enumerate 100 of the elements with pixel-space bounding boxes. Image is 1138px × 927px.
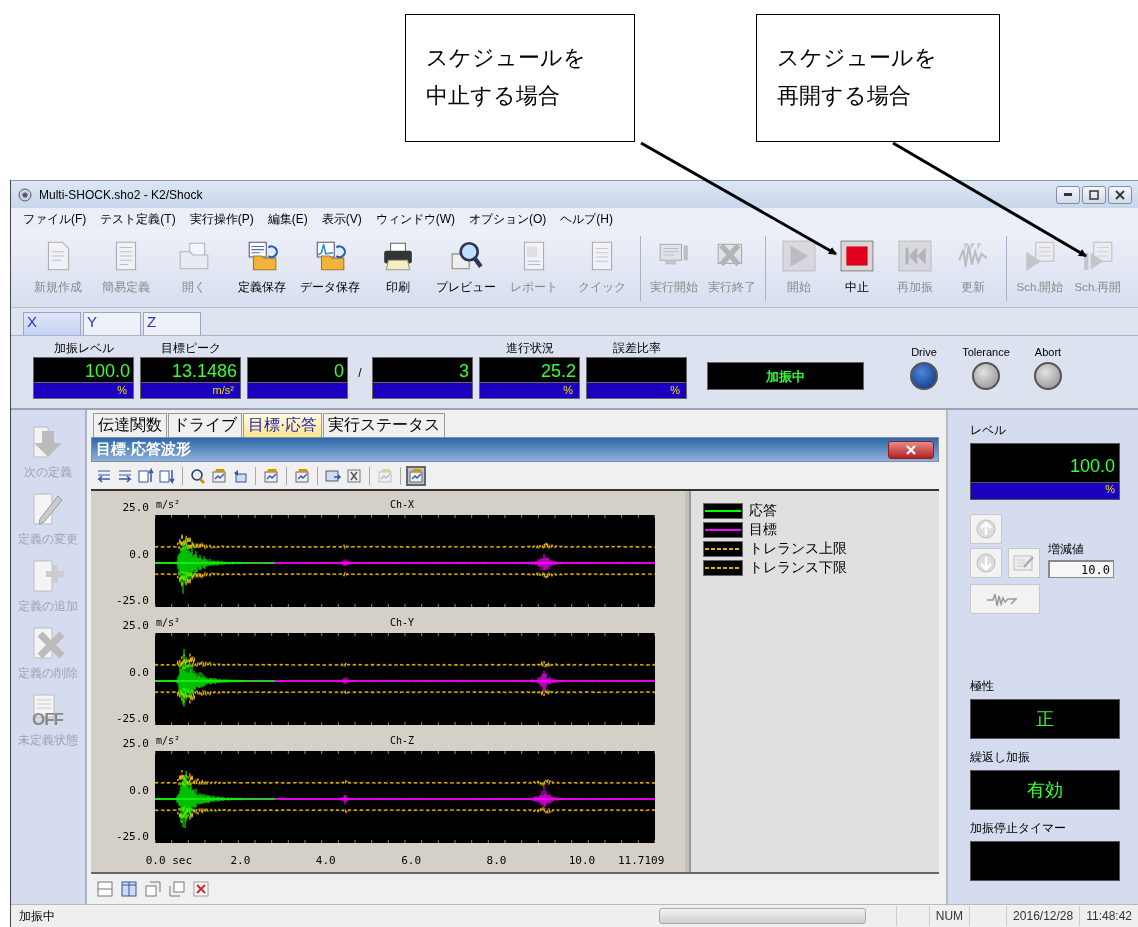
legend-label: 応答 [749,501,777,520]
display-label: 加振停止タイマー [970,820,1066,837]
chart-icon[interactable] [294,467,310,484]
menu-item[interactable]: 実行操作(P) [189,210,254,228]
maximize-icon [1089,189,1099,200]
meter-unit-bar: % [33,383,134,399]
maximize-button[interactable] [1082,185,1106,204]
axis-tick-label: 6.0 [401,854,422,867]
menu-item[interactable]: ヘルプ(H) [560,210,613,228]
meter-label: 誤差比率 [612,341,661,355]
axis-tick-label: 8.0 [486,854,507,867]
axis-tick-label: 25.0 [122,501,149,514]
channel-tab[interactable]: Z [143,312,201,335]
pause-icon [1081,239,1115,273]
lamp-label: Drive [911,346,937,358]
play-icon [782,239,816,273]
minimize-icon [1064,193,1072,196]
channel-tab[interactable]: X [23,312,81,335]
legend-label: 目標 [749,520,777,539]
meter-label: 進行状況 [505,341,554,355]
view-tab[interactable]: ドライブ [168,413,242,437]
panel-title: 目標·応答波形 [96,440,191,459]
toolbar-button[interactable]: 印刷 [364,234,432,303]
chart-icon[interactable] [211,467,227,484]
meter-display: 25.2 [479,357,580,383]
axis-tick-label: -25.0 [115,594,149,607]
callout-text: 中止する場合 [426,82,560,110]
menu-item[interactable]: 編集(E) [267,210,308,228]
toolbar-button[interactable]: データ保存 [296,234,364,303]
close-icon[interactable] [193,881,209,897]
play-icon [1023,239,1057,273]
x-mark-icon[interactable] [346,467,362,484]
lamp-label: Tolerance [962,346,1010,358]
arrow-left-icon[interactable] [96,467,112,484]
legend-label: トレランス下限 [749,558,847,577]
menu-item[interactable]: ウィンドウ(W) [375,210,455,228]
status-display: 有効 [970,770,1120,810]
rewind-icon [898,239,932,273]
meter-unit-bar: % [479,383,580,399]
menu-item[interactable]: オプション(O) [469,210,547,228]
view-tab[interactable]: 実行ステータス [323,413,446,437]
chart-icon[interactable] [408,467,424,484]
meter-display: 13.1486 [140,357,241,383]
close-button[interactable] [1108,185,1132,204]
undo-icon[interactable] [232,467,248,484]
menu-item[interactable]: テスト定義(T) [100,210,176,228]
chart-icon[interactable] [263,467,279,484]
status-time: 11:48:42 [1079,906,1138,926]
chart-title: Ch-Y [390,617,415,628]
minimize-button[interactable] [1056,185,1080,204]
status-display: 正 [970,699,1120,739]
edit-icon [1012,553,1036,573]
display-label: 極性 [970,678,994,695]
magnifier-icon[interactable] [190,467,206,484]
stop-icon [840,239,874,273]
close-icon [1115,189,1125,200]
view-tab[interactable]: 伝達関数 [93,413,167,437]
arrow-up-icon[interactable] [138,467,154,484]
split-vertical-icon[interactable] [121,881,137,897]
arrow-down-icon[interactable] [159,467,175,484]
lamp-label: Abort [1034,346,1062,358]
level-label: レベル [970,422,1006,439]
separator-text: / [358,366,362,380]
axis-tick-label: 2.0 [230,854,251,867]
channel-tab[interactable]: Y [83,312,141,335]
chart-title: Ch-X [390,499,415,510]
axis-tick-label: 4.0 [315,854,336,867]
meter-label: 加振レベル [53,341,114,355]
view-tab[interactable]: 目標·応答 [243,413,323,437]
axis-tick-label: 25.0 [122,737,149,750]
image-icon[interactable] [325,467,341,484]
axis-unit: m/s² [156,499,181,510]
toolbar-button[interactable]: 定義保存 [228,234,296,303]
step-input[interactable]: 10.0 [1048,560,1114,578]
split-horizontal-icon[interactable] [97,881,113,897]
axis-tick-label: 0.0 [129,783,149,797]
run-status-display: 加振中 [707,362,864,390]
callout-text: スケジュールを [426,44,586,72]
close-button[interactable] [888,440,934,459]
close-icon [906,444,916,455]
toolbar-button[interactable]: 中止 [828,234,886,303]
off-icon-text: OFF [32,710,63,730]
app-icon [17,186,33,203]
meter-display: 100.0 [33,357,134,383]
menu-item[interactable]: 表示(V) [321,210,362,228]
toolbar-button[interactable]: プレビュー [432,234,500,303]
axis-tick-label: 0.0 sec [145,854,193,867]
callout-text: スケジュールを [777,44,937,72]
status-date: 2016/12/28 [1006,906,1080,926]
arrow-right-icon[interactable] [117,467,133,484]
axis-unit: m/s² [156,617,181,628]
step-label: 増減値 [1048,541,1085,558]
status-indicator: NUM [928,906,970,926]
axis-tick-label: -25.0 [115,712,149,725]
axis-tick-label: -25.0 [115,830,149,843]
meter-label: 目標ピーク [160,341,221,355]
meter-unit-bar: m/s² [140,383,241,399]
axis-tick-label: 25.0 [122,619,149,632]
level-display: 100.0 [970,443,1120,483]
menu-item[interactable]: ファイル(F) [23,210,87,228]
